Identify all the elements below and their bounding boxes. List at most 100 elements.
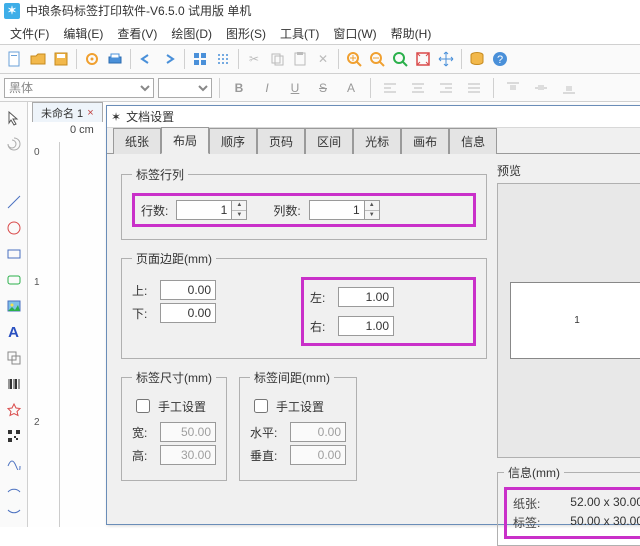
page-margin-group: 页面边距(mm) 上: 0.00 下: 0.00 (121, 250, 487, 359)
zoom-fit-icon[interactable] (389, 48, 411, 70)
margin-left-input[interactable]: 1.00 (338, 287, 394, 307)
line-tool-icon[interactable] (2, 190, 26, 214)
font-size-select[interactable] (158, 78, 212, 98)
tab-canvas[interactable]: 画布 (401, 128, 449, 154)
tab-paper[interactable]: 纸张 (113, 128, 161, 154)
workspace: A 未命名 1 × 0 cm 0 1 2 ✶ 文档设置 ✕ 纸 (0, 102, 640, 527)
tab-info[interactable]: 信息 (449, 128, 497, 154)
font-name-select[interactable]: 黑体 (4, 78, 154, 98)
paste-icon[interactable] (289, 48, 311, 70)
width-label: 宽: (132, 424, 154, 441)
bold-icon[interactable]: B (227, 77, 251, 99)
circle-tool-icon[interactable] (2, 216, 26, 240)
spiral-tool-icon[interactable] (2, 132, 26, 156)
manual-size-checkbox[interactable]: 手工设置 (132, 396, 216, 416)
align-right-icon[interactable] (434, 77, 458, 99)
arch-tool-icon[interactable] (2, 502, 26, 526)
menu-file[interactable]: 文件(F) (4, 23, 55, 44)
menu-help[interactable]: 帮助(H) (385, 23, 438, 44)
menu-shape[interactable]: 图形(S) (220, 23, 272, 44)
barcode-tool-icon[interactable] (2, 372, 26, 396)
menu-edit[interactable]: 编辑(E) (57, 23, 109, 44)
left-label: 左: (310, 289, 332, 306)
menu-view[interactable]: 查看(V) (111, 23, 163, 44)
cut-icon[interactable]: ✂ (243, 48, 265, 70)
print-icon[interactable] (104, 48, 126, 70)
align-left-icon[interactable] (378, 77, 402, 99)
curve-tool-icon[interactable] (2, 450, 26, 474)
manual-gap-checkbox[interactable]: 手工设置 (250, 396, 346, 416)
info-group: 信息(mm) 纸张: 52.00 x 30.00 标签: 50.00 x 30.… (497, 464, 640, 546)
open-icon[interactable] (27, 48, 49, 70)
copy-icon[interactable] (266, 48, 288, 70)
vgap-input: 0.00 (290, 445, 346, 465)
rect-tool-icon[interactable] (2, 242, 26, 266)
font-toolbar: 黑体 B I U S A (0, 74, 640, 102)
dialog-title: 文档设置 (126, 108, 174, 125)
height-input: 30.00 (160, 445, 216, 465)
tab-page[interactable]: 页码 (257, 128, 305, 154)
save-icon[interactable] (50, 48, 72, 70)
tab-cursor[interactable]: 光标 (353, 128, 401, 154)
dialog-logo-icon: ✶ (111, 110, 121, 124)
app-title: 中琅条码标签打印软件-V6.5.0 试用版 单机 (26, 0, 251, 22)
canvas-area[interactable]: 未命名 1 × 0 cm 0 1 2 ✶ 文档设置 ✕ 纸张 布局 顺序 页码 … (28, 102, 640, 527)
undo-icon[interactable] (135, 48, 157, 70)
underline-icon[interactable]: U (283, 77, 307, 99)
text-effect-icon[interactable]: A (339, 77, 363, 99)
dots-icon[interactable] (212, 48, 234, 70)
image-tool-icon[interactable] (2, 294, 26, 318)
dialog-close-icon[interactable]: ✕ (635, 109, 640, 125)
document-tab[interactable]: 未命名 1 × (32, 102, 103, 122)
valign-bottom-icon[interactable] (557, 77, 581, 99)
delete-icon[interactable]: ✕ (312, 48, 334, 70)
menu-bar: 文件(F) 编辑(E) 查看(V) 绘图(D) 图形(S) 工具(T) 窗口(W… (0, 22, 640, 44)
dialog-title-bar[interactable]: ✶ 文档设置 ✕ (107, 106, 640, 128)
align-justify-icon[interactable] (462, 77, 486, 99)
bottom-label: 下: (132, 305, 154, 322)
db-icon[interactable] (466, 48, 488, 70)
italic-icon[interactable]: I (255, 77, 279, 99)
menu-draw[interactable]: 绘图(D) (165, 23, 218, 44)
grid-icon[interactable] (189, 48, 211, 70)
help-icon[interactable]: ? (489, 48, 511, 70)
rows-cols-highlight: 行数: 1 ▲▼ 列数: 1 ▲▼ (132, 193, 476, 227)
rows-input[interactable]: 1 (176, 200, 232, 220)
group-tool-icon[interactable] (2, 346, 26, 370)
valign-mid-icon[interactable] (529, 77, 553, 99)
margin-bottom-input[interactable]: 0.00 (160, 303, 216, 323)
close-tab-icon[interactable]: × (87, 107, 93, 119)
qrcode-tool-icon[interactable] (2, 424, 26, 448)
redo-icon[interactable] (158, 48, 180, 70)
app-logo-icon: ✶ (4, 3, 20, 19)
new-doc-icon[interactable] (4, 48, 26, 70)
align-center-icon[interactable] (406, 77, 430, 99)
fullscreen-icon[interactable] (412, 48, 434, 70)
zoom-out-icon[interactable] (366, 48, 388, 70)
margin-right-input[interactable]: 1.00 (338, 316, 394, 336)
cols-spinner[interactable]: ▲▼ (365, 200, 380, 220)
valign-top-icon[interactable] (501, 77, 525, 99)
tab-seq[interactable]: 顺序 (209, 128, 257, 154)
strike-icon[interactable]: S (311, 77, 335, 99)
move-icon[interactable] (435, 48, 457, 70)
tab-range[interactable]: 区间 (305, 128, 353, 154)
cols-input[interactable]: 1 (309, 200, 365, 220)
preview-page-number: 1 (574, 315, 580, 326)
roundrect-tool-icon[interactable] (2, 268, 26, 292)
rows-label: 行数: (141, 202, 168, 219)
zoom-in-icon[interactable] (343, 48, 365, 70)
pointer-tool-icon[interactable] (2, 106, 26, 130)
menu-tool[interactable]: 工具(T) (274, 23, 325, 44)
rows-spinner[interactable]: ▲▼ (232, 200, 247, 220)
menu-window[interactable]: 窗口(W) (327, 23, 382, 44)
settings-icon[interactable] (81, 48, 103, 70)
text-tool-icon[interactable]: A (2, 320, 26, 344)
margin-top-input[interactable]: 0.00 (160, 280, 216, 300)
tab-layout[interactable]: 布局 (161, 127, 209, 154)
vgap-label: 垂直: (250, 447, 284, 464)
arc-tool-icon[interactable] (2, 476, 26, 500)
app-title-bar: ✶ 中琅条码标签打印软件-V6.5.0 试用版 单机 (0, 0, 640, 22)
star-tool-icon[interactable] (2, 398, 26, 422)
hgap-input: 0.00 (290, 422, 346, 442)
